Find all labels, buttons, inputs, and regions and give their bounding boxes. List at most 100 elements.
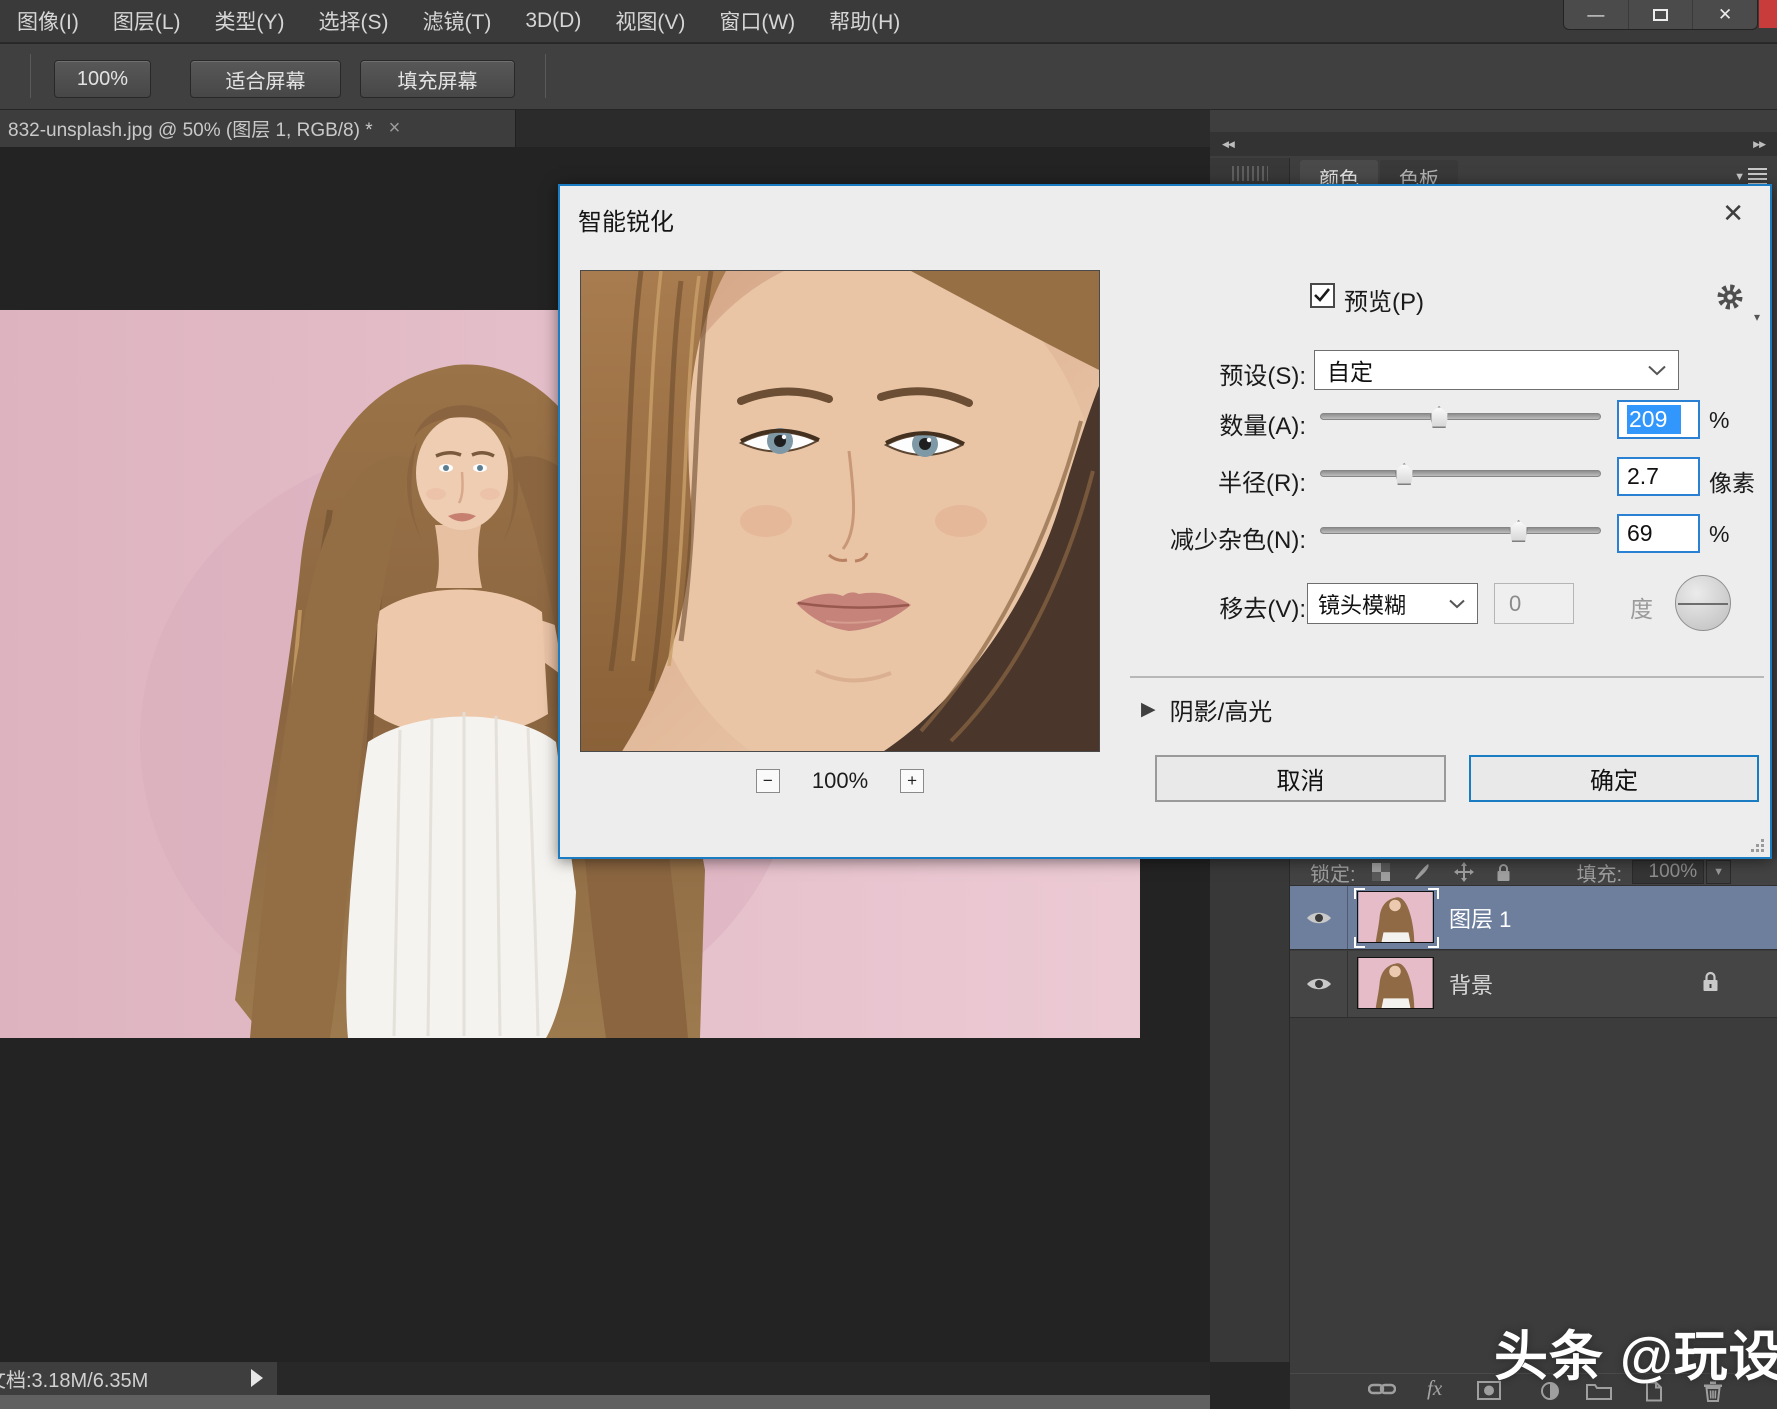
menu-bar: 图像(I) 图层(L) 类型(Y) 选择(S) 滤镜(T) 3D(D) 视图(V… [0, 0, 1777, 43]
document-close-icon[interactable]: × [389, 117, 401, 140]
eye-icon [1305, 975, 1333, 993]
status-expand-icon[interactable] [251, 1369, 263, 1387]
dialog-close-icon[interactable]: ✕ [1722, 198, 1744, 229]
amount-slider-thumb[interactable] [1430, 406, 1449, 428]
amount-label: 数量(A): [1060, 406, 1306, 441]
panel-menu-button[interactable]: ▼ [1734, 168, 1767, 185]
fit-screen-button[interactable]: 适合屏幕 [190, 60, 341, 98]
noise-slider-thumb[interactable] [1509, 520, 1528, 542]
preview-zoom-in-button[interactable]: + [900, 769, 924, 793]
menu-image[interactable]: 图像(I) [0, 6, 96, 36]
layer-row-background[interactable]: 背景 [1290, 951, 1777, 1018]
menu-help[interactable]: 帮助(H) [812, 6, 917, 36]
preview-checkbox-label[interactable]: 预览(P) [1344, 282, 1424, 317]
lock-pixels-brush-icon[interactable] [1412, 862, 1432, 882]
radius-slider-thumb[interactable] [1395, 463, 1414, 485]
link-layers-icon[interactable] [1368, 1381, 1396, 1402]
menu-select[interactable]: 选择(S) [302, 6, 406, 36]
dialog-resize-grip[interactable] [1750, 838, 1764, 852]
document-tab[interactable]: 832-unsplash.jpg @ 50% (图层 1, RGB/8) * × [0, 110, 516, 147]
radius-slider[interactable] [1320, 470, 1601, 477]
options-bar: 100% 适合屏幕 填充屏幕 [0, 44, 1777, 110]
layer1-visibility-cell[interactable] [1290, 886, 1348, 949]
menu-3d[interactable]: 3D(D) [508, 9, 598, 33]
menu-layer[interactable]: 图层(L) [96, 6, 198, 36]
lock-transparency-icon[interactable] [1372, 863, 1390, 881]
sharpen-preview-image[interactable] [580, 270, 1100, 752]
dialog-divider [1130, 676, 1764, 678]
panel-gripper-icon[interactable] [1232, 166, 1268, 181]
noise-slider[interactable] [1320, 527, 1601, 534]
document-size-info: 文档:3.18M/6.35M [0, 1364, 148, 1393]
layer1-name[interactable]: 图层 1 [1449, 902, 1511, 934]
panel-menu-lines-icon [1748, 168, 1767, 185]
fill-screen-button[interactable]: 填充屏幕 [360, 60, 515, 98]
menu-view[interactable]: 视图(V) [598, 6, 702, 36]
amount-slider[interactable] [1320, 413, 1601, 420]
remove-value: 镜头模糊 [1308, 588, 1449, 620]
background-lock-icon[interactable] [1702, 971, 1719, 997]
maximize-button[interactable] [1629, 0, 1694, 29]
background-thumbnail[interactable] [1357, 957, 1436, 1011]
minimize-button[interactable]: — [1564, 0, 1629, 29]
layers-panel: 锁定: 填充: 100% ▼ 图层 1 [1290, 859, 1777, 1373]
document-title: 832-unsplash.jpg @ 50% (图层 1, RGB/8) * [8, 115, 373, 142]
angle-field[interactable]: 0 [1494, 583, 1574, 624]
background-name[interactable]: 背景 [1449, 968, 1493, 1000]
preview-zoom-level: 100% [812, 768, 868, 794]
collapse-panels-right-icon[interactable]: ▶▶ [1753, 139, 1765, 150]
noise-unit: % [1709, 521, 1729, 548]
shadows-highlights-expander[interactable]: ▶ 阴影/高光 [1141, 692, 1272, 727]
panel-menu-caret-icon: ▼ [1734, 171, 1745, 183]
dialog-title: 智能锐化 [578, 202, 674, 237]
gear-menu-caret-icon: ▾ [1754, 310, 1760, 324]
chevron-down-icon [1648, 365, 1666, 376]
collapse-panels-left-icon[interactable]: ◀◀ [1222, 139, 1234, 150]
layer-row-layer1[interactable]: 图层 1 [1290, 886, 1777, 950]
preview-zoom-out-button[interactable]: − [756, 769, 780, 793]
outer-close-red-corner[interactable] [1759, 0, 1777, 28]
amount-value: 209 [1627, 405, 1681, 434]
gear-icon[interactable] [1715, 282, 1745, 317]
noise-field[interactable]: 69 [1617, 514, 1700, 553]
radius-field[interactable]: 2.7 [1617, 457, 1700, 496]
document-tab-strip: 832-unsplash.jpg @ 50% (图层 1, RGB/8) * × [0, 110, 1210, 147]
preset-value: 自定 [1315, 353, 1648, 387]
noise-label: 减少杂色(N): [1060, 520, 1306, 555]
menu-type[interactable]: 类型(Y) [198, 6, 302, 36]
amount-field[interactable]: 209 [1617, 400, 1700, 439]
expander-triangle-icon: ▶ [1141, 698, 1156, 721]
ok-button[interactable]: 确定 [1469, 755, 1759, 802]
preview-checkbox[interactable] [1310, 283, 1335, 308]
eye-icon [1305, 909, 1333, 927]
cancel-button[interactable]: 取消 [1155, 755, 1446, 802]
lock-all-icon[interactable] [1496, 863, 1511, 882]
radius-label: 半径(R): [1060, 463, 1306, 498]
options-separator [545, 54, 546, 98]
angle-dial[interactable] [1675, 575, 1731, 631]
preset-dropdown[interactable]: 自定 [1314, 350, 1679, 390]
noise-value: 69 [1627, 520, 1653, 547]
fill-dropdown-icon[interactable]: ▼ [1706, 860, 1731, 884]
lock-position-move-icon[interactable] [1454, 862, 1474, 882]
layer1-thumbnail[interactable] [1357, 891, 1436, 945]
remove-dropdown[interactable]: 镜头模糊 [1307, 583, 1478, 624]
menu-filter[interactable]: 滤镜(T) [406, 6, 509, 36]
maximize-icon [1653, 9, 1668, 21]
remove-label: 移去(V): [1060, 589, 1306, 624]
angle-unit: 度 [1630, 590, 1653, 624]
amount-unit: % [1709, 407, 1729, 434]
zoom-100-button[interactable]: 100% [54, 60, 151, 98]
window-controls: — ✕ [1563, 0, 1758, 30]
layer-style-fx-icon[interactable]: fx [1427, 1378, 1442, 1398]
check-icon [1313, 287, 1331, 303]
photoshop-window: 图像(I) 图层(L) 类型(Y) 选择(S) 滤镜(T) 3D(D) 视图(V… [0, 0, 1777, 1409]
preview-zoom-controls: − 100% + [580, 767, 1100, 795]
angle-value: 0 [1509, 591, 1521, 617]
menu-window[interactable]: 窗口(W) [702, 6, 812, 36]
background-visibility-cell[interactable] [1290, 951, 1348, 1017]
close-button[interactable]: ✕ [1693, 0, 1757, 29]
selection-corner [1354, 937, 1365, 948]
status-bar-spacer [277, 1362, 1210, 1395]
fill-value[interactable]: 100% [1632, 860, 1704, 884]
